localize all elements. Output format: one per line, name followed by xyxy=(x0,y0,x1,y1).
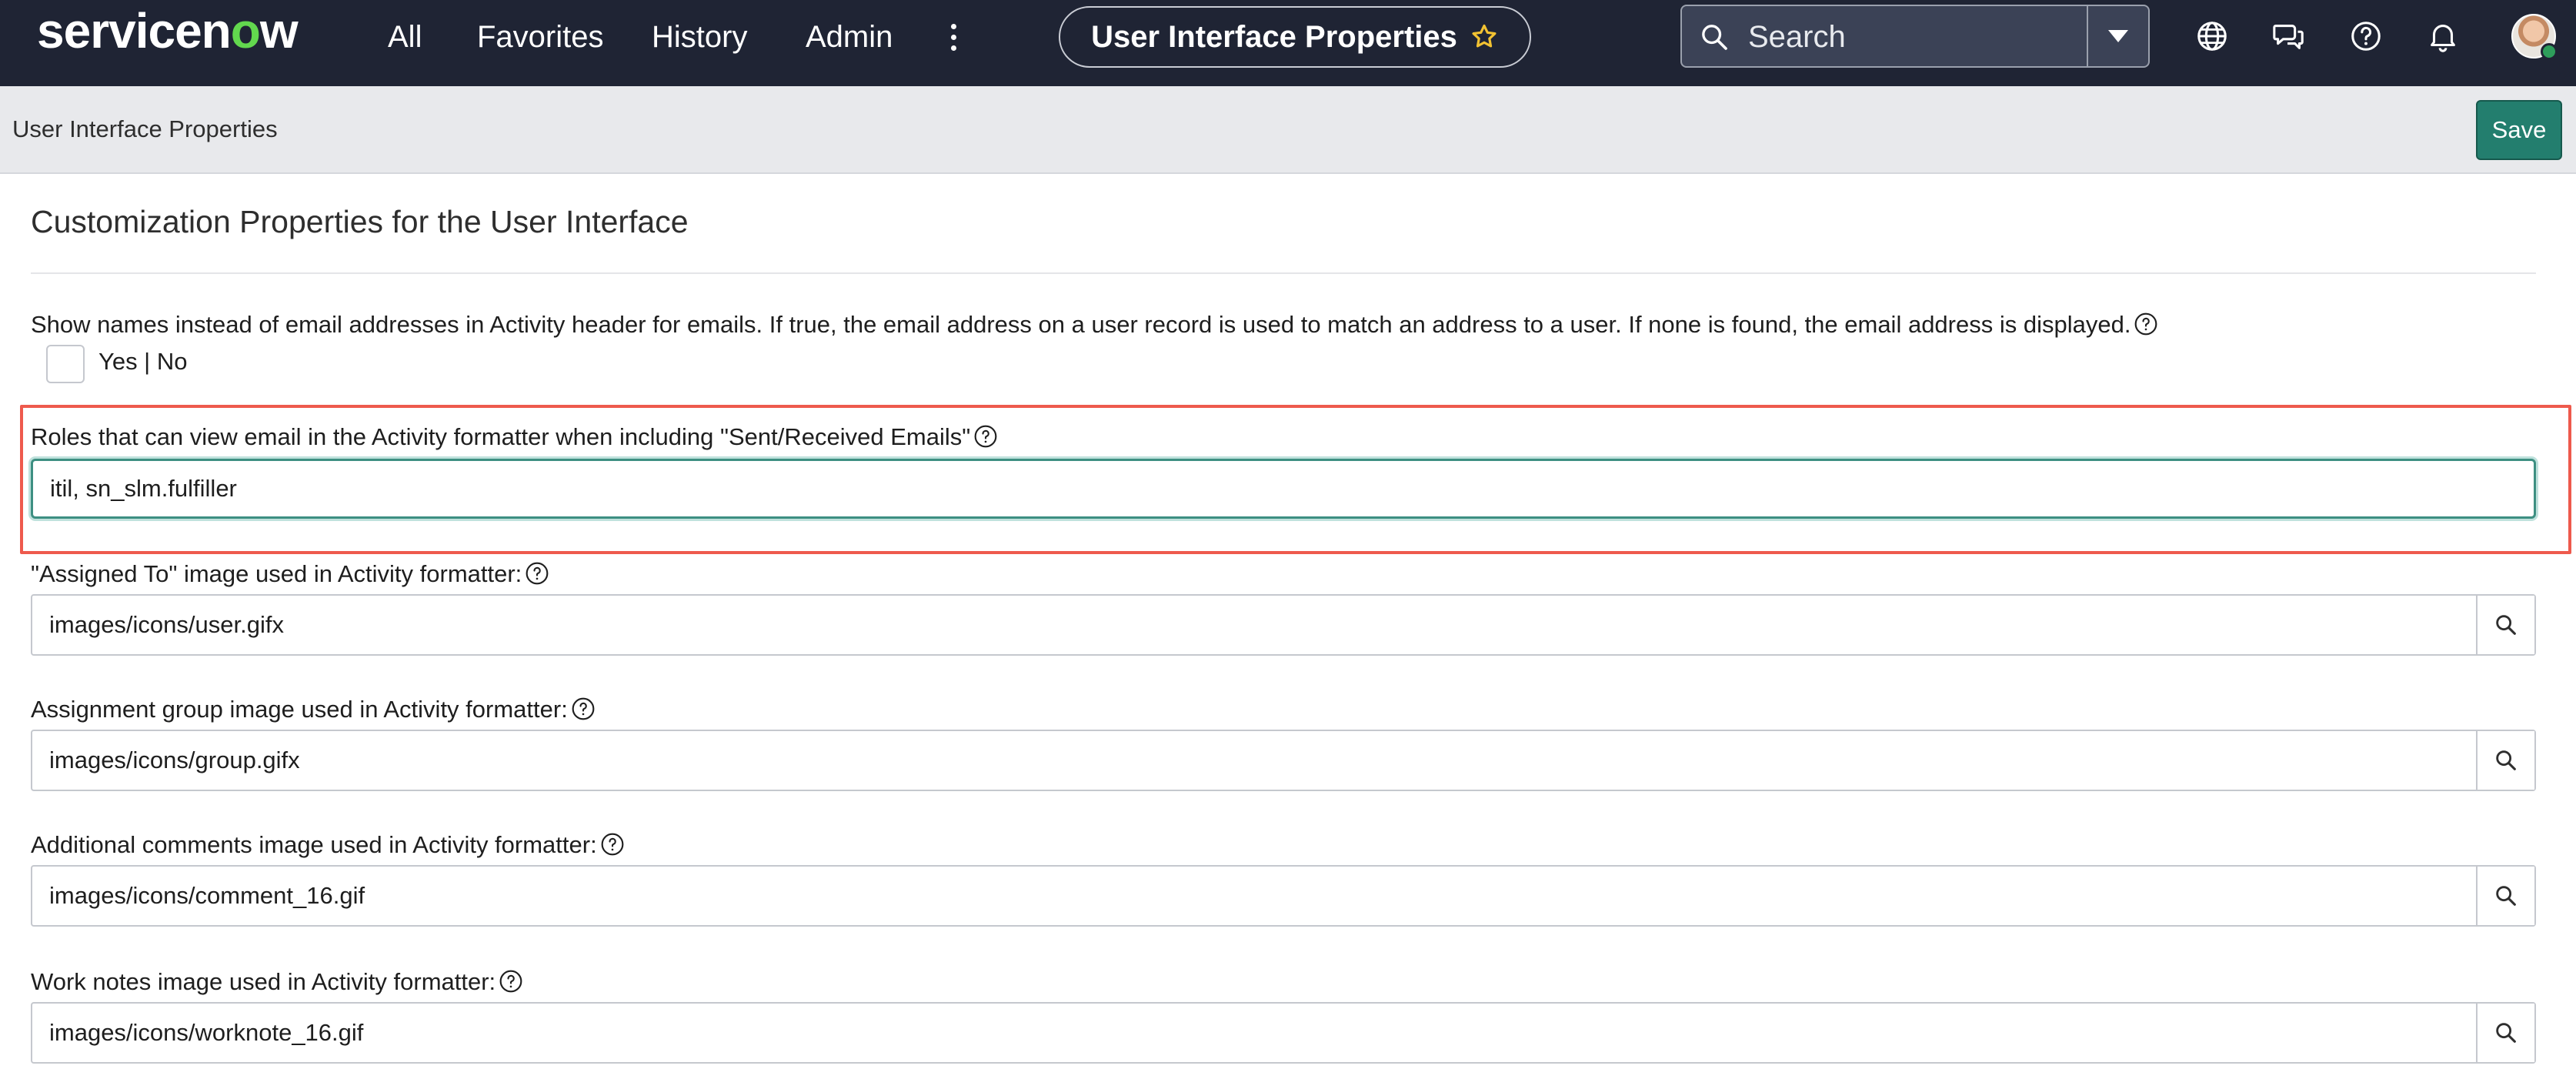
servicenow-logo[interactable]: servicenow xyxy=(37,6,299,55)
work-notes-image-input[interactable] xyxy=(32,1004,2476,1062)
favorite-star-icon[interactable] xyxy=(1470,22,1499,52)
search-input[interactable] xyxy=(1748,15,2071,58)
globe-icon[interactable] xyxy=(2194,18,2230,54)
assignment-group-image-label: Assignment group image used in Activity … xyxy=(31,694,596,725)
lookup-button[interactable] xyxy=(2476,596,2534,654)
roles-view-email-label-text: Roles that can view email in the Activit… xyxy=(31,423,971,450)
top-navigation-bar: servicenow All Favorites History Admin U… xyxy=(0,0,2576,86)
show-names-label: Show names instead of email addresses in… xyxy=(31,309,2158,340)
assignment-group-image-input[interactable] xyxy=(32,731,2476,790)
chat-icon[interactable] xyxy=(2271,18,2307,54)
current-page-pill[interactable]: User Interface Properties xyxy=(1059,6,1531,68)
more-menu-icon[interactable] xyxy=(942,17,965,57)
show-names-checkbox[interactable] xyxy=(46,345,85,383)
work-notes-image-label: Work notes image used in Activity format… xyxy=(31,967,523,997)
help-icon[interactable] xyxy=(600,832,625,857)
help-icon[interactable] xyxy=(2134,312,2158,336)
help-icon[interactable] xyxy=(973,424,998,449)
lookup-button[interactable] xyxy=(2476,1004,2534,1062)
global-search xyxy=(1680,5,2150,68)
help-icon[interactable] xyxy=(571,697,596,721)
nav-favorites[interactable]: Favorites xyxy=(477,15,604,58)
user-avatar[interactable] xyxy=(2511,14,2558,60)
search-icon xyxy=(2496,886,2516,906)
assigned-to-image-input[interactable] xyxy=(32,596,2476,654)
search-icon xyxy=(2496,750,2516,770)
search-icon xyxy=(1702,25,1727,50)
additional-comments-image-field xyxy=(31,865,2536,927)
section-title: Customization Properties for the User In… xyxy=(31,204,689,239)
show-names-label-text: Show names instead of email addresses in… xyxy=(31,311,2131,338)
search-icon xyxy=(2496,1023,2516,1043)
yes-no-hint: Yes | No xyxy=(98,348,188,375)
current-page-title: User Interface Properties xyxy=(1091,19,1457,54)
assigned-to-image-field xyxy=(31,594,2536,656)
help-icon[interactable] xyxy=(2348,18,2384,54)
search-scope-dropdown[interactable] xyxy=(2088,6,2148,66)
work-notes-image-label-text: Work notes image used in Activity format… xyxy=(31,968,496,995)
help-icon[interactable] xyxy=(525,561,549,586)
assignment-group-image-label-text: Assignment group image used in Activity … xyxy=(31,696,568,723)
help-icon[interactable] xyxy=(499,969,523,994)
nav-history[interactable]: History xyxy=(652,15,747,58)
search-icon xyxy=(2496,615,2516,635)
lookup-button[interactable] xyxy=(2476,867,2534,925)
save-button[interactable]: Save xyxy=(2476,100,2562,160)
lookup-button[interactable] xyxy=(2476,731,2534,790)
bell-icon[interactable] xyxy=(2425,18,2461,54)
additional-comments-image-label-text: Additional comments image used in Activi… xyxy=(31,831,597,858)
nav-admin[interactable]: Admin xyxy=(806,15,893,58)
work-notes-image-field xyxy=(31,1002,2536,1064)
additional-comments-image-input[interactable] xyxy=(32,867,2476,925)
online-status-icon xyxy=(2541,43,2558,60)
nav-all[interactable]: All xyxy=(388,15,422,58)
additional-comments-image-label: Additional comments image used in Activi… xyxy=(31,830,625,860)
page-title: User Interface Properties xyxy=(12,115,278,142)
form-header: User Interface Properties Save xyxy=(0,86,2576,174)
assignment-group-image-field xyxy=(31,730,2536,791)
assigned-to-image-label: "Assigned To" image used in Activity for… xyxy=(31,559,549,590)
assigned-to-image-label-text: "Assigned To" image used in Activity for… xyxy=(31,560,522,587)
section-divider xyxy=(31,272,2536,274)
roles-view-email-label: Roles that can view email in the Activit… xyxy=(31,422,998,453)
chevron-down-icon xyxy=(2108,30,2128,42)
roles-view-email-input[interactable] xyxy=(31,459,2536,519)
properties-form: Customization Properties for the User In… xyxy=(0,174,2576,1079)
